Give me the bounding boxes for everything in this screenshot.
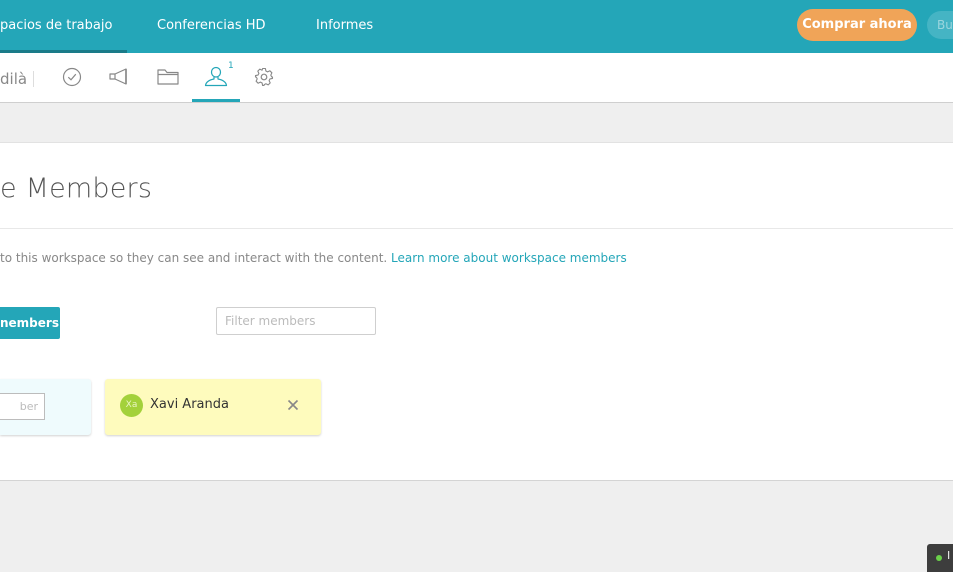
title-divider (0, 228, 953, 229)
person-icon (204, 66, 228, 87)
nav-reports-label: Informes (316, 18, 374, 33)
check-circle-icon (62, 67, 82, 87)
members-panel: e Members to this workspace so they can … (0, 142, 953, 481)
search-button[interactable]: Bu (927, 11, 953, 39)
nav-workspaces-label: pacios de trabajo (0, 18, 113, 33)
nav-hd-conferences-label: Conferencias HD (157, 18, 266, 33)
tasks-tool[interactable] (59, 63, 85, 91)
active-tool-indicator (192, 99, 240, 102)
remove-member-button[interactable] (285, 397, 301, 413)
nav-hd-conferences[interactable]: Conferencias HD (157, 0, 266, 53)
members-count-badge: 1 (228, 61, 234, 71)
settings-tool[interactable] (251, 63, 277, 91)
filter-members-input[interactable] (216, 307, 376, 335)
toolbar-separator (33, 71, 34, 87)
add-members-button[interactable]: nembers (0, 307, 60, 339)
member-name: Xavi Aranda (150, 397, 229, 412)
gear-icon (254, 67, 274, 87)
folder-icon (157, 69, 179, 85)
chat-tab[interactable]: I (927, 544, 953, 572)
chat-label: I (947, 549, 951, 562)
nav-workspaces[interactable]: pacios de trabajo (0, 0, 127, 53)
nav-reports[interactable]: Informes (316, 0, 373, 53)
megaphone-icon (109, 68, 127, 85)
new-member-input[interactable]: ber (0, 393, 45, 420)
close-icon (287, 399, 299, 411)
learn-more-link[interactable]: Learn more about workspace members (391, 251, 627, 265)
top-bar: pacios de trabajo Conferencias HD Inform… (0, 0, 953, 53)
workspace-name[interactable]: dilà (0, 70, 27, 88)
buy-now-button[interactable]: Comprar ahora (797, 9, 917, 41)
online-status-dot (936, 555, 942, 561)
members-description: to this workspace so they can see and in… (0, 251, 627, 265)
files-tool[interactable] (155, 63, 181, 91)
announcements-tool[interactable] (107, 63, 133, 91)
new-member-card: ber (0, 379, 91, 435)
workspace-toolbar: dilà 1 (0, 53, 953, 103)
member-card: Xa Xavi Aranda (105, 379, 321, 435)
description-text: to this workspace so they can see and in… (0, 251, 388, 265)
page-title: e Members (0, 173, 153, 204)
avatar: Xa (120, 394, 143, 417)
members-tool[interactable] (203, 63, 229, 91)
